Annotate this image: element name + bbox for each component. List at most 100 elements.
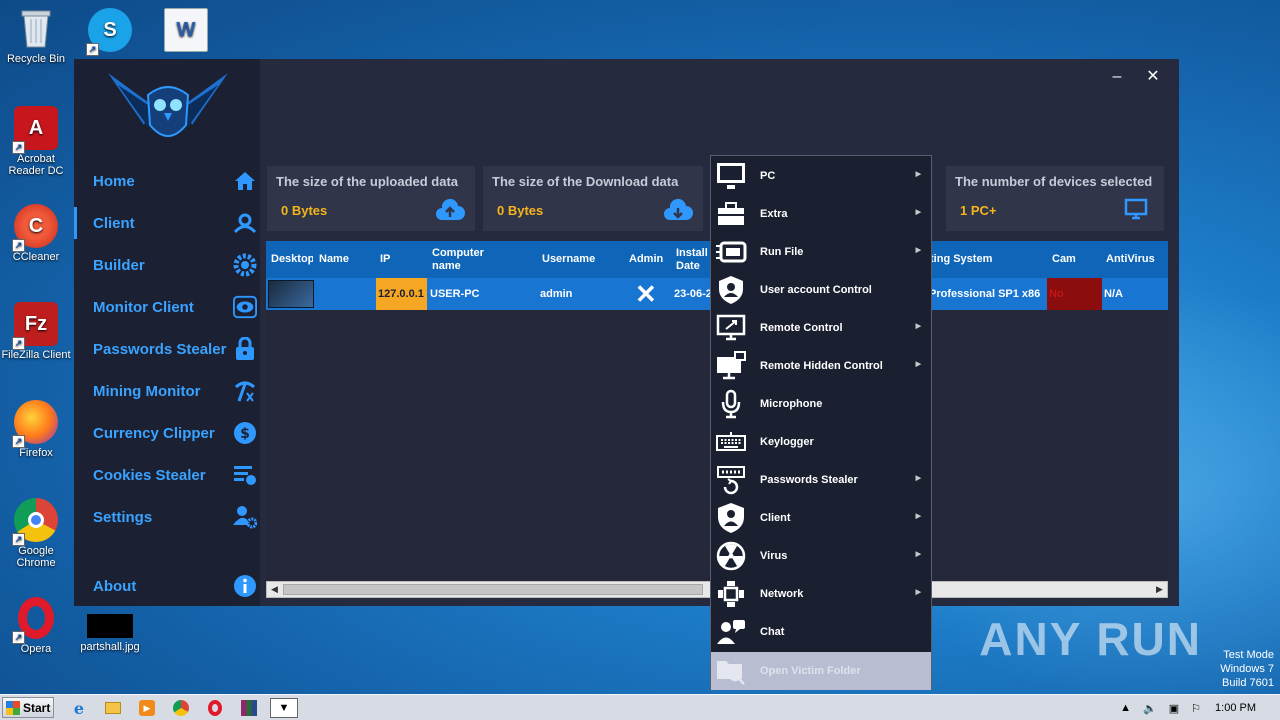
scroll-left-icon[interactable]: ◀ bbox=[267, 582, 282, 597]
desktop-icon-filezilla[interactable]: Fz ↗ FileZilla Client bbox=[0, 302, 72, 361]
firefox-icon: ↗ bbox=[12, 400, 58, 448]
menu-item-extra[interactable]: Extra ▶ bbox=[711, 195, 931, 233]
minimize-button[interactable]: – bbox=[1107, 67, 1127, 87]
desktop-icon-opera[interactable]: ↗ Opera bbox=[0, 596, 72, 655]
desktop-icon-label: CCleaner bbox=[12, 251, 60, 263]
nav-currency-clipper[interactable]: Currency Clipper $ bbox=[74, 415, 260, 451]
submenu-arrow-icon: ▶ bbox=[915, 589, 921, 596]
menu-item-microphone[interactable]: Microphone bbox=[711, 385, 931, 423]
media-player-taskbar-button[interactable]: ▶ bbox=[136, 698, 158, 718]
menu-item-virus[interactable]: Virus ▶ bbox=[711, 537, 931, 575]
opera-icon bbox=[208, 700, 222, 716]
ccleaner-icon: C ↗ bbox=[12, 204, 58, 252]
menu-item-pc[interactable]: PC ▶ bbox=[711, 157, 931, 195]
nav-monitor-client[interactable]: Monitor Client bbox=[74, 289, 260, 325]
anyrun-watermark: ANY RUN bbox=[979, 613, 1202, 665]
nav-about[interactable]: About bbox=[74, 568, 260, 604]
column-header[interactable]: ting System bbox=[930, 241, 992, 278]
column-header[interactable]: IP bbox=[380, 241, 390, 278]
nav-builder[interactable]: Builder bbox=[74, 247, 260, 283]
menu-item-user-account-control[interactable]: User account Control bbox=[711, 271, 931, 309]
scroll-thumb[interactable] bbox=[283, 584, 703, 595]
column-header[interactable]: Computer name bbox=[432, 241, 502, 278]
desktop-icon-firefox[interactable]: ↗ Firefox bbox=[0, 400, 72, 459]
menu-item-network[interactable]: Network ▶ bbox=[711, 575, 931, 613]
nav-mining-monitor[interactable]: Mining Monitor bbox=[74, 373, 260, 409]
submenu-arrow-icon: ▶ bbox=[915, 513, 921, 520]
menu-item-label: Virus bbox=[760, 550, 788, 562]
winrar-taskbar-button[interactable] bbox=[238, 698, 260, 718]
desktop-icon-label: Acrobat Reader DC bbox=[8, 153, 64, 177]
menu-item-label: Open Victim Folder bbox=[760, 665, 861, 677]
sidebar: Home Client Builder Monitor Client Passw… bbox=[74, 59, 260, 606]
toolbox-icon bbox=[714, 198, 748, 230]
context-menu: PC ▶ Extra ▶ Run File ▶ User account Con… bbox=[710, 155, 932, 690]
menu-item-label: Network bbox=[760, 588, 804, 600]
radiation-icon bbox=[714, 540, 748, 572]
network-icon bbox=[714, 578, 748, 610]
nav-home[interactable]: Home bbox=[74, 163, 260, 199]
nav-cookies-stealer[interactable]: Cookies Stealer bbox=[74, 457, 260, 493]
ie-taskbar-button[interactable]: e bbox=[68, 698, 90, 718]
card-title: The size of the Download data bbox=[492, 174, 679, 189]
column-header[interactable]: Username bbox=[542, 241, 595, 278]
column-header[interactable]: Admin bbox=[629, 241, 663, 278]
menu-item-keylogger[interactable]: Keylogger bbox=[711, 423, 931, 461]
column-header[interactable]: AntiVirus bbox=[1106, 241, 1155, 278]
submenu-arrow-icon: ▶ bbox=[915, 475, 921, 482]
build-line: Build 7601 bbox=[1222, 677, 1274, 689]
nav-passwords-stealer[interactable]: Passwords Stealer bbox=[74, 331, 260, 367]
desktop-icon-label: FileZilla Client bbox=[1, 349, 71, 361]
menu-item-label: Passwords Stealer bbox=[760, 474, 858, 486]
menu-item-label: Client bbox=[760, 512, 791, 524]
chrome-taskbar-button[interactable] bbox=[170, 698, 192, 718]
desktop-icon-recycle-bin[interactable]: Recycle Bin bbox=[0, 6, 72, 65]
explorer-taskbar-button[interactable] bbox=[102, 698, 124, 718]
nav-label: Client bbox=[93, 214, 135, 232]
desktop-icon-partshall[interactable]: partshall.jpg bbox=[74, 614, 146, 653]
action-center-flag-icon[interactable]: ⚐ bbox=[1191, 702, 1201, 715]
menu-item-open-victim-folder[interactable]: Open Victim Folder bbox=[711, 652, 931, 690]
desktop-icon-chrome[interactable]: ↗ Google Chrome bbox=[0, 498, 72, 569]
submenu-arrow-icon: ▶ bbox=[915, 551, 921, 558]
nav-label: Settings bbox=[93, 508, 153, 526]
menu-item-remote-hidden-control[interactable]: Remote Hidden Control ▶ bbox=[711, 347, 931, 385]
menu-item-chat[interactable]: Chat bbox=[711, 613, 931, 651]
desktop-icon-ccleaner[interactable]: C ↗ CCleaner bbox=[0, 204, 72, 263]
cell-operating-system: Professional SP1 x86 bbox=[929, 288, 1041, 300]
remote-control-icon bbox=[714, 312, 748, 344]
network-tray-icon[interactable]: ▣ bbox=[1169, 702, 1179, 715]
menu-item-client[interactable]: Client ▶ bbox=[711, 499, 931, 537]
column-header[interactable]: Desktop bbox=[271, 241, 313, 278]
column-header[interactable]: Cam bbox=[1052, 241, 1076, 278]
client-shield-icon bbox=[714, 502, 748, 534]
desktop-icon-label: Firefox bbox=[19, 447, 53, 459]
column-header[interactable]: Install Date bbox=[676, 241, 710, 278]
folder-search-icon bbox=[714, 655, 748, 687]
desktop-icon-label: Opera bbox=[20, 643, 52, 655]
opera-taskbar-button[interactable] bbox=[204, 698, 226, 718]
menu-item-run-file[interactable]: Run File ▶ bbox=[711, 233, 931, 271]
desktop-icon-acrobat[interactable]: A ↗ Acrobat Reader DC bbox=[0, 106, 72, 177]
nav-client[interactable]: Client bbox=[74, 205, 260, 241]
show-hidden-icons[interactable]: ▲ bbox=[1120, 702, 1131, 714]
menu-item-label: Microphone bbox=[760, 398, 823, 410]
clock[interactable]: 1:00 PM bbox=[1215, 702, 1256, 714]
scroll-right-icon[interactable]: ▶ bbox=[1152, 582, 1167, 597]
volume-icon[interactable]: 🔈 bbox=[1143, 702, 1157, 715]
pc-icon bbox=[714, 160, 748, 192]
password-icon bbox=[714, 464, 748, 496]
menu-item-remote-control[interactable]: Remote Control ▶ bbox=[711, 309, 931, 347]
desktop-icon-word-document[interactable]: W bbox=[150, 8, 222, 55]
menu-item-passwords-stealer[interactable]: Passwords Stealer ▶ bbox=[711, 461, 931, 499]
submenu-arrow-icon: ▶ bbox=[915, 171, 921, 178]
nav-label: Passwords Stealer bbox=[93, 340, 227, 358]
start-button[interactable]: Start bbox=[2, 697, 54, 718]
desktop-icon-skype[interactable]: S ↗ bbox=[74, 8, 146, 56]
column-header[interactable]: Name bbox=[319, 241, 349, 278]
internet-explorer-icon: e bbox=[73, 698, 85, 718]
nav-settings[interactable]: Settings bbox=[74, 499, 260, 535]
app-taskbar-button[interactable]: ▼ bbox=[270, 698, 298, 718]
cell-computer-name: USER-PC bbox=[430, 288, 480, 300]
close-button[interactable]: ✕ bbox=[1143, 67, 1163, 87]
